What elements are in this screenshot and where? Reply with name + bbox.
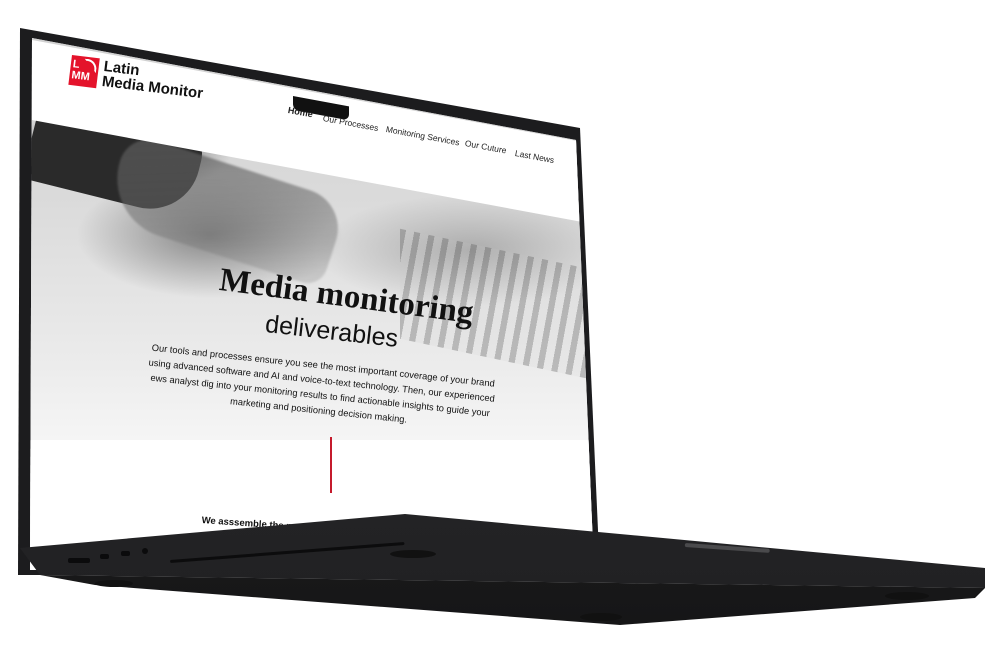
laptop-mockup: L MM Latin Media Monitor Home Our Proces… — [0, 0, 1000, 650]
logo-mark-icon: L MM — [68, 55, 100, 89]
laptop-foot-back-left — [390, 550, 436, 558]
usb-c-port-icon — [100, 554, 109, 559]
hero-description: Our tools and processes ensure you see t… — [148, 342, 496, 425]
laptop-foot-back-right — [885, 592, 929, 600]
usb-c-port-icon-2 — [121, 551, 130, 556]
magsafe-port-icon — [68, 558, 90, 563]
laptop-foot-front-right — [580, 613, 622, 621]
headphone-jack-icon — [142, 548, 148, 554]
laptop-foot-front-left — [95, 580, 133, 587]
section-divider — [330, 437, 332, 493]
signal-waves-icon — [83, 58, 98, 74]
